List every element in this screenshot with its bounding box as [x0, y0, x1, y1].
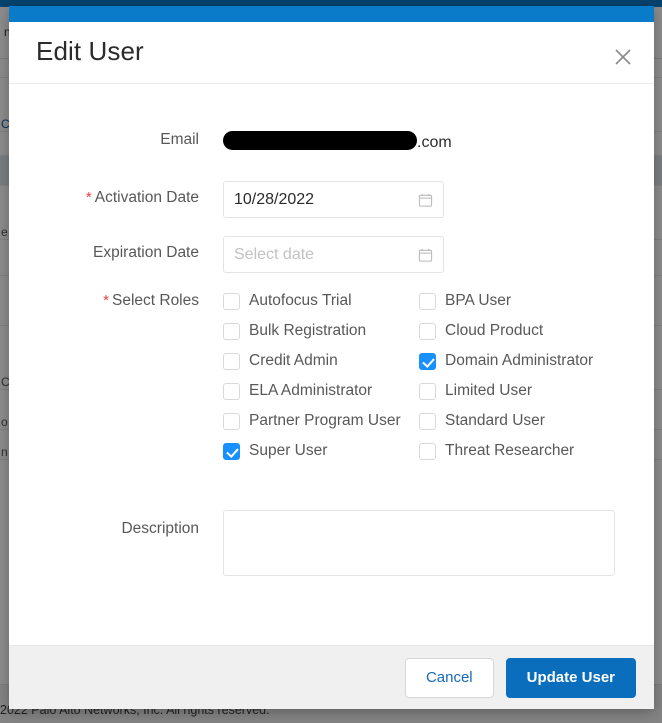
role-option-label: Super User: [249, 440, 327, 462]
update-user-button[interactable]: Update User: [506, 658, 636, 698]
activation-date-value: 10/28/2022: [234, 191, 314, 209]
field-row-activation-date: *Activation Date 10/28/2022: [9, 181, 654, 218]
role-option-label: BPA User: [445, 290, 511, 312]
roles-checkbox-grid: Autofocus Trial BPA User Bulk Registration…: [223, 290, 654, 470]
role-option[interactable]: Super User: [223, 440, 419, 470]
cancel-button[interactable]: Cancel: [405, 658, 494, 698]
email-domain-suffix: .com: [417, 134, 452, 151]
checkbox-icon[interactable]: [419, 293, 436, 310]
calendar-icon[interactable]: [418, 247, 433, 262]
checkbox-icon[interactable]: [419, 323, 436, 340]
role-option[interactable]: Partner Program User: [223, 410, 419, 440]
checkbox-icon[interactable]: [223, 413, 240, 430]
description-textarea[interactable]: [223, 510, 615, 576]
calendar-icon[interactable]: [418, 192, 433, 207]
field-row-expiration-date: Expiration Date Select date: [9, 236, 654, 273]
checkbox-icon[interactable]: [223, 353, 240, 370]
role-option-label: ELA Administrator: [249, 380, 372, 402]
checkbox-icon[interactable]: [419, 383, 436, 400]
expiration-date-label: Expiration Date: [9, 236, 209, 273]
dialog-footer: Cancel Update User: [9, 645, 654, 709]
select-roles-label: *Select Roles: [9, 290, 209, 470]
role-option[interactable]: Credit Admin: [223, 350, 419, 380]
field-row-email: Email .com: [9, 131, 654, 155]
dialog-title: Edit User: [36, 36, 144, 67]
role-option-label: Bulk Registration: [249, 320, 366, 342]
role-option-label: Cloud Product: [445, 320, 543, 342]
role-option[interactable]: BPA User: [419, 290, 615, 320]
required-asterisk: *: [86, 189, 92, 206]
activation-date-input[interactable]: 10/28/2022: [223, 181, 444, 218]
checkbox-checked-icon[interactable]: [223, 443, 240, 460]
description-label: Description: [9, 510, 209, 576]
role-option-label: Autofocus Trial: [249, 290, 352, 312]
page-root: n C e C o n 2022 Palo Al: [0, 0, 662, 723]
email-label: Email: [9, 131, 209, 155]
role-option[interactable]: Threat Researcher: [419, 440, 615, 470]
role-option[interactable]: ELA Administrator: [223, 380, 419, 410]
role-option[interactable]: Limited User: [419, 380, 615, 410]
role-option[interactable]: Cloud Product: [419, 320, 615, 350]
checkbox-icon[interactable]: [419, 413, 436, 430]
close-icon[interactable]: [610, 44, 636, 70]
role-option[interactable]: Standard User: [419, 410, 615, 440]
activation-date-label-text: Activation Date: [95, 189, 199, 206]
role-option[interactable]: Bulk Registration: [223, 320, 419, 350]
email-value: .com: [223, 131, 654, 155]
dialog-header: Edit User: [9, 22, 654, 84]
dialog-body: Email .com *Activation Date 10/28/2022: [9, 85, 654, 645]
role-option-label: Partner Program User: [249, 410, 401, 432]
checkbox-icon[interactable]: [223, 383, 240, 400]
field-row-select-roles: *Select Roles Autofocus Trial BPA User Bul…: [9, 290, 654, 470]
role-option-label: Domain Administrator: [445, 350, 593, 372]
select-roles-label-text: Select Roles: [112, 292, 199, 309]
expiration-date-input[interactable]: Select date: [223, 236, 444, 273]
field-row-description: Description: [9, 510, 654, 576]
required-asterisk: *: [103, 292, 109, 309]
role-option-label: Threat Researcher: [445, 440, 574, 462]
checkbox-checked-icon[interactable]: [419, 353, 436, 370]
expiration-date-placeholder: Select date: [234, 246, 314, 264]
activation-date-label: *Activation Date: [9, 181, 209, 218]
edit-user-dialog: Edit User Email .com *Activati: [9, 6, 654, 709]
checkbox-icon[interactable]: [223, 323, 240, 340]
role-option-label: Credit Admin: [249, 350, 338, 372]
checkbox-icon[interactable]: [223, 293, 240, 310]
role-option-label: Limited User: [445, 380, 532, 402]
role-option[interactable]: Autofocus Trial: [223, 290, 419, 320]
email-redaction-bar: [223, 131, 417, 150]
role-option-label: Standard User: [445, 410, 545, 432]
checkbox-icon[interactable]: [419, 443, 436, 460]
dialog-accent-bar: [9, 6, 654, 22]
role-option[interactable]: Domain Administrator: [419, 350, 615, 380]
